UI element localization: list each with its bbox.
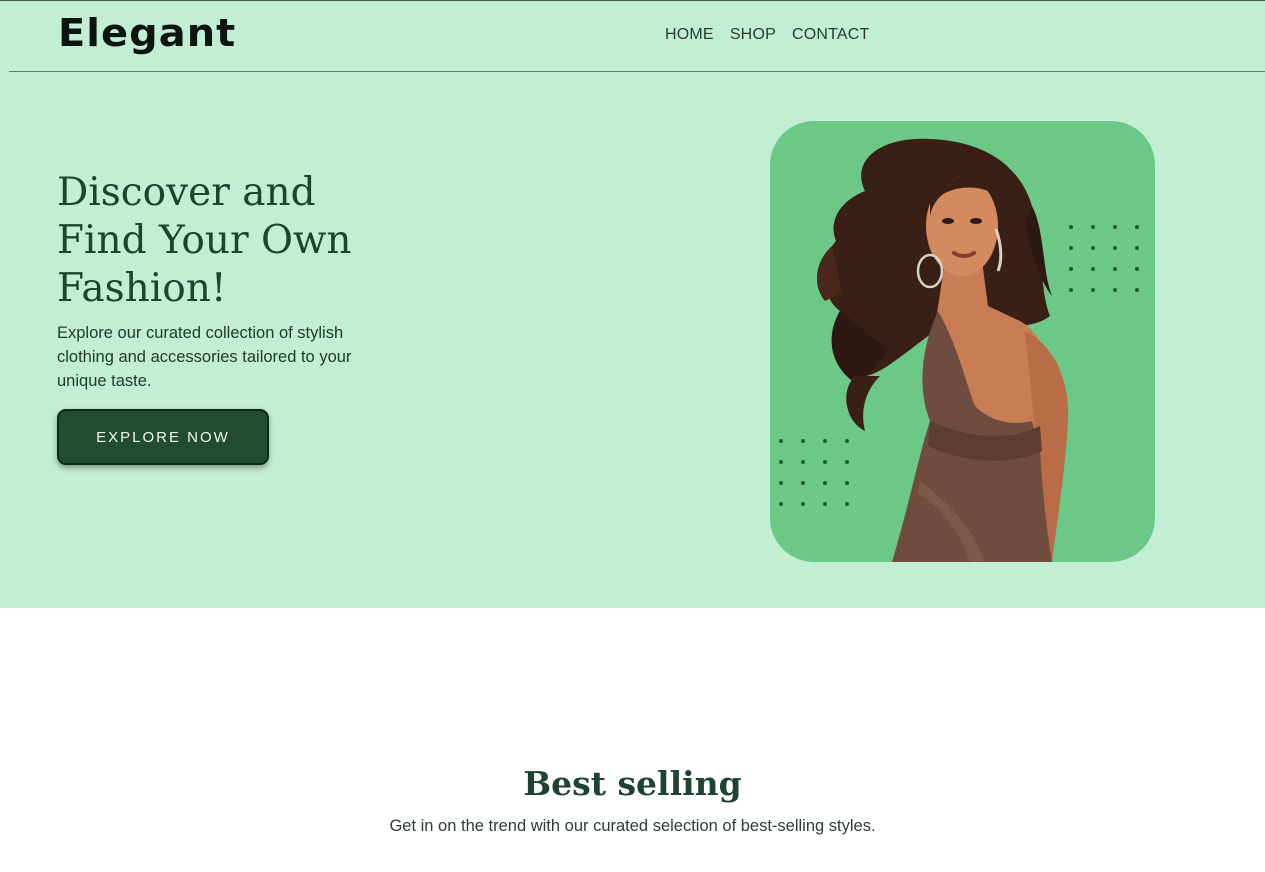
hero-title-line: Fashion!	[57, 266, 227, 311]
header-divider	[9, 71, 1265, 72]
nav-shop-link[interactable]: SHOP	[730, 26, 776, 44]
nav-home-link[interactable]: HOME	[665, 26, 714, 44]
best-selling-subtitle: Get in on the trend with our curated sel…	[389, 817, 876, 835]
hero-title: Discover and Find Your Own Fashion!	[57, 169, 387, 313]
hero-image-card	[770, 121, 1155, 562]
nav-contact-link[interactable]: CONTACT	[792, 26, 870, 44]
explore-now-button[interactable]: EXPLORE NOW	[57, 409, 269, 465]
brand-logo[interactable]: Elegant	[58, 11, 236, 55]
hero-title-line: Discover and	[57, 170, 316, 215]
hero-description: Explore our curated collection of stylis…	[57, 324, 352, 390]
hero-section: Elegant HOME SHOP CONTACT Discover and F…	[0, 0, 1265, 608]
hero-title-line: Find Your Own	[57, 218, 352, 263]
fashion-model-image	[816, 138, 1069, 562]
best-selling-title: Best selling	[523, 764, 742, 803]
main-nav: HOME SHOP CONTACT	[665, 26, 870, 44]
